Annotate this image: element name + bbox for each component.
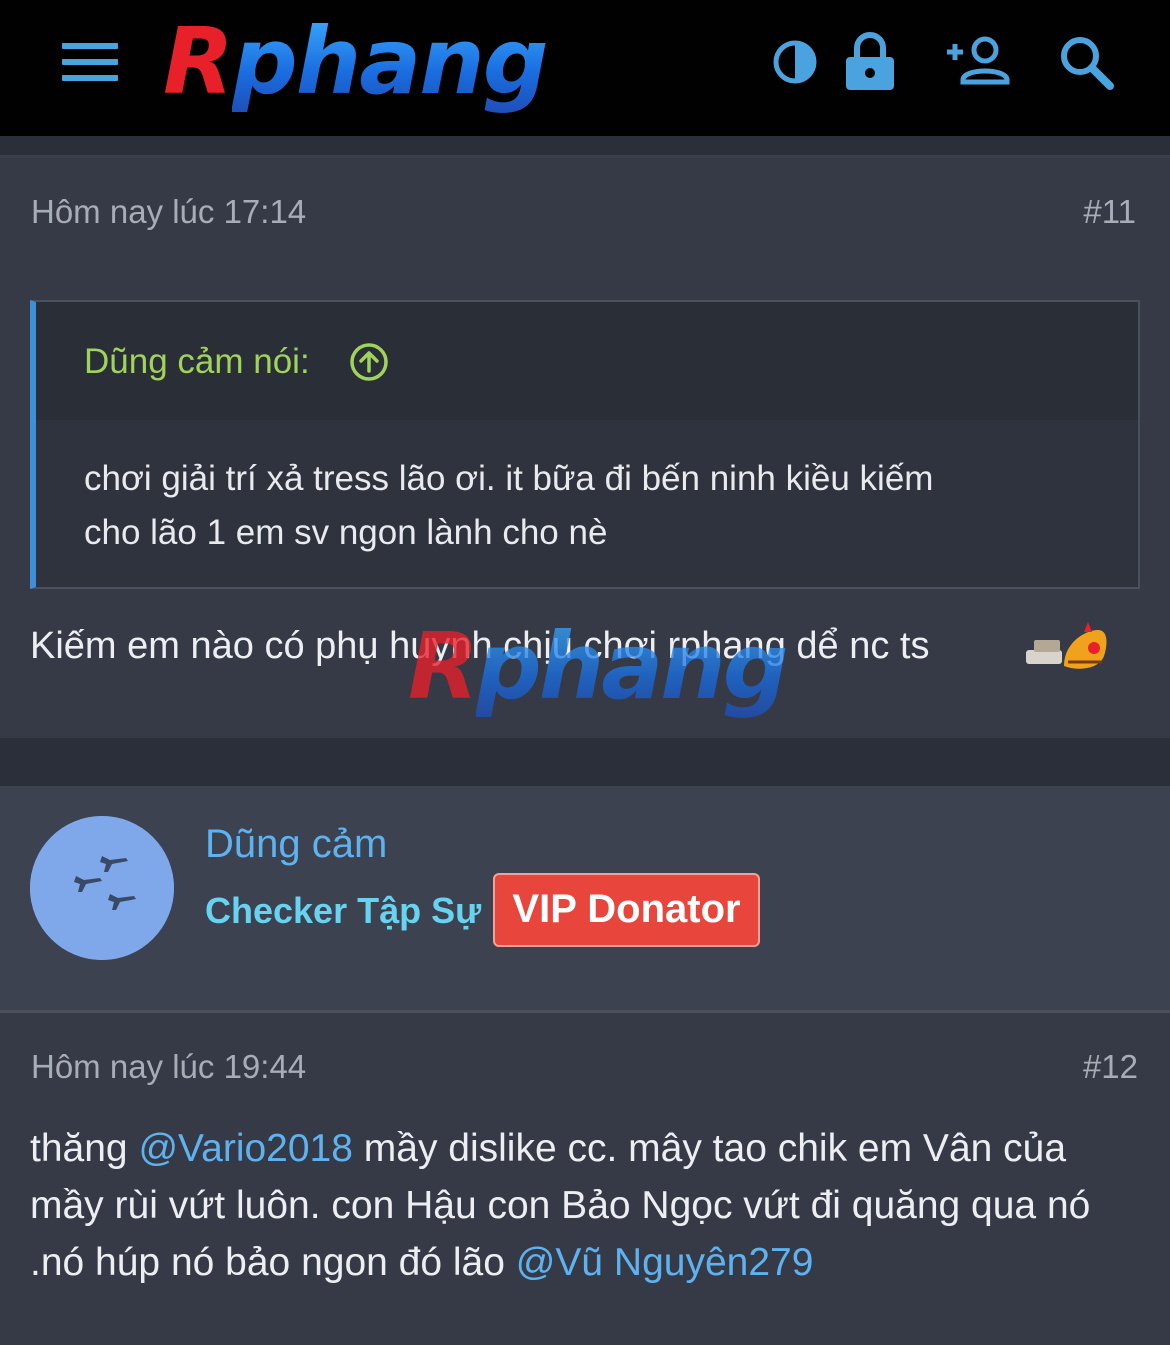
vip-badge: VIP Donator: [493, 873, 760, 947]
top-navigation-bar: Rphang: [0, 0, 1170, 136]
add-user-icon[interactable]: [943, 30, 1013, 94]
mention-link[interactable]: @Vũ Nguyên279: [516, 1241, 814, 1284]
quote-block: Dũng cảm nói: chơi giải trí xả tress lão…: [30, 300, 1140, 589]
post-text: thăng: [30, 1127, 139, 1170]
quote-body: chơi giải trí xả tress lão ơi. it bữa đi…: [84, 452, 1084, 560]
user-title: Checker Tập Sự: [205, 890, 482, 931]
post-body: thăng @Vario2018 mầy dislike cc. mây tao…: [30, 1120, 1150, 1291]
arrow-up-circle-icon[interactable]: [349, 342, 389, 387]
quote-header: Dũng cảm nói:: [36, 302, 1138, 420]
post-number[interactable]: #12: [1083, 1048, 1138, 1086]
quote-line: chơi giải trí xả tress lão ơi. it bữa đi…: [84, 459, 934, 498]
quote-line: cho lão 1 em sv ngon lành cho nè: [84, 513, 608, 552]
contrast-icon[interactable]: [772, 30, 818, 94]
search-icon[interactable]: [1056, 30, 1116, 94]
username[interactable]: Dũng cảm: [205, 822, 387, 867]
post-date[interactable]: Hôm nay lúc 19:44: [31, 1048, 306, 1086]
post-text: Kiếm em nào có phụ huynh chịu chơi rphan…: [30, 625, 930, 667]
post-date[interactable]: Hôm nay lúc 17:14: [31, 193, 306, 231]
post-number[interactable]: #11: [1083, 193, 1136, 231]
mention-link[interactable]: @Vario2018: [138, 1127, 353, 1170]
sticker-icon: [1024, 622, 1110, 679]
menu-icon[interactable]: [62, 43, 118, 81]
site-logo[interactable]: Rphang: [163, 14, 728, 110]
avatar[interactable]: [30, 816, 174, 960]
lock-icon[interactable]: [843, 30, 897, 94]
user-card: Dũng cảm Checker Tập Sự VIP Donator: [0, 786, 1170, 1011]
quote-author[interactable]: Dũng cảm nói:: [84, 342, 310, 382]
